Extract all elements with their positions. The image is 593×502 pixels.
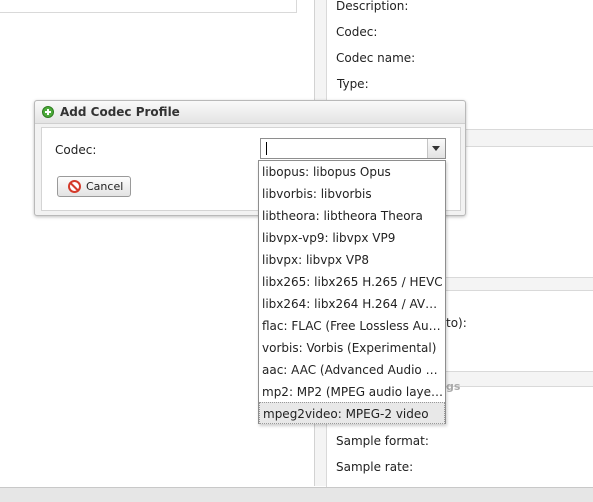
add-circle-icon bbox=[42, 106, 54, 118]
cancel-button-label: Cancel bbox=[86, 180, 124, 193]
codec-select[interactable] bbox=[260, 138, 446, 159]
cancel-circle-icon bbox=[68, 180, 81, 193]
dropdown-option[interactable]: libvpx-vp9: libvpx VP9 bbox=[259, 227, 445, 249]
dropdown-option[interactable]: libvorbis: libvorbis bbox=[259, 183, 445, 205]
dropdown-option[interactable]: libx264: libx264 H.264 / AVC / … bbox=[259, 293, 445, 315]
sample-format-label: Sample format: bbox=[336, 434, 429, 448]
dropdown-option[interactable]: libopus: libopus Opus bbox=[259, 161, 445, 183]
dropdown-option[interactable]: mp2: MP2 (MPEG audio layer 2) bbox=[259, 381, 445, 403]
dialog-title: Add Codec Profile bbox=[60, 105, 180, 119]
dropdown-option[interactable]: libvpx: libvpx VP8 bbox=[259, 249, 445, 271]
left-panel bbox=[0, 0, 297, 13]
sample-rate-label: Sample rate: bbox=[336, 460, 414, 474]
description-label: Description: bbox=[336, 0, 409, 13]
chevron-down-icon[interactable] bbox=[427, 139, 445, 158]
dropdown-option[interactable]: vorbis: Vorbis (Experimental) bbox=[259, 337, 445, 359]
codec-label-bg: Codec: bbox=[336, 25, 378, 39]
partial-legend: gs bbox=[446, 380, 461, 393]
dropdown-option-highlighted[interactable]: mpeg2video: MPEG-2 video bbox=[259, 402, 445, 424]
dialog-header[interactable]: Add Codec Profile bbox=[35, 101, 465, 124]
codec-dropdown-list[interactable]: libopus: libopus Opus libvorbis: libvorb… bbox=[258, 160, 446, 424]
dropdown-option[interactable]: flac: FLAC (Free Lossless Audio… bbox=[259, 315, 445, 337]
dropdown-option[interactable]: libtheora: libtheora Theora bbox=[259, 205, 445, 227]
partial-label: to): bbox=[446, 316, 467, 330]
codec-field-label: Codec: bbox=[55, 143, 97, 157]
cancel-button[interactable]: Cancel bbox=[57, 176, 131, 197]
dropdown-option[interactable]: libx265: libx265 H.265 / HEVC bbox=[259, 271, 445, 293]
codec-name-label: Codec name: bbox=[336, 51, 416, 65]
text-caret bbox=[266, 142, 267, 155]
type-label: Type: bbox=[337, 77, 369, 91]
status-bar bbox=[0, 487, 593, 502]
dropdown-option[interactable]: aac: AAC (Advanced Audio Co… bbox=[259, 359, 445, 381]
